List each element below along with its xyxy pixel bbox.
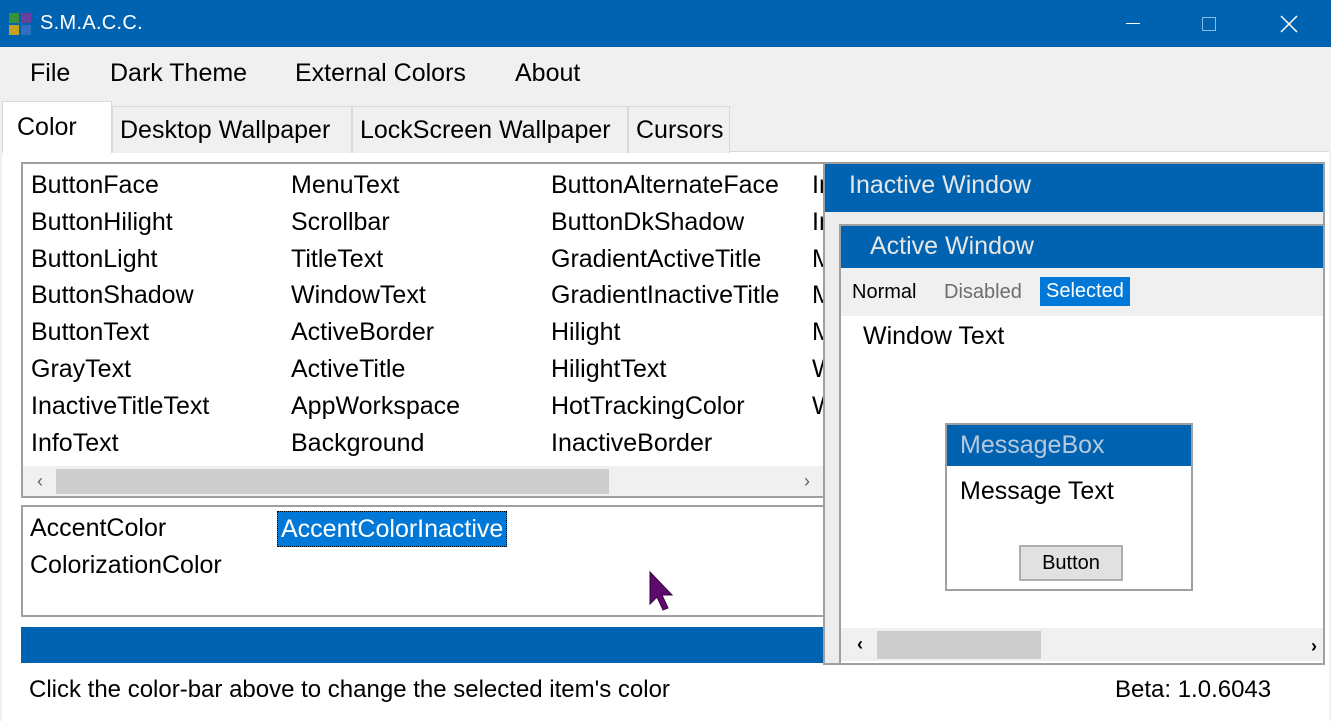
window-title: S.M.A.C.C.: [40, 12, 144, 34]
menu-about[interactable]: About: [515, 59, 580, 88]
list-item[interactable]: MenuText: [285, 167, 460, 204]
list-item[interactable]: TitleText: [285, 241, 460, 278]
preview-messagebox: MessageBox Message Text Button: [945, 423, 1193, 591]
list-item[interactable]: HotTrackingColor: [545, 388, 779, 425]
list-item[interactable]: InactiveBorder: [545, 425, 779, 462]
active-window-preview: Active Window Normal Disabled Selected W…: [839, 224, 1323, 663]
scroll-right-icon: ›: [1311, 635, 1317, 656]
scroll-left-icon: ‹: [857, 633, 863, 654]
list-item[interactable]: ButtonText: [25, 314, 209, 351]
maximize-icon: [1202, 16, 1216, 31]
inactive-window-title: Inactive Window: [825, 164, 1323, 212]
close-icon: [1280, 14, 1298, 33]
list-item[interactable]: InfoText: [25, 425, 209, 462]
preview-menu-selected: Selected: [1040, 277, 1130, 306]
system-colors-column-1: ButtonFace ButtonHilight ButtonLight But…: [25, 167, 209, 461]
list-item[interactable]: ButtonAlternateFace: [545, 167, 779, 204]
list-item[interactable]: HilightText: [545, 351, 779, 388]
system-colors-scrollbar[interactable]: ‹ ›: [23, 466, 824, 496]
list-item[interactable]: AppWorkspace: [285, 388, 460, 425]
list-item[interactable]: GradientInactiveTitle: [545, 277, 779, 314]
list-item[interactable]: Scrollbar: [285, 204, 460, 241]
scroll-left-icon[interactable]: ‹: [25, 466, 55, 496]
list-item[interactable]: ButtonFace: [25, 167, 209, 204]
menu-file[interactable]: File: [30, 59, 70, 88]
preview-menu-normal: Normal: [852, 281, 917, 303]
minimize-icon: [1126, 23, 1140, 24]
messagebox-title: MessageBox: [947, 425, 1191, 466]
minimize-button[interactable]: [1110, 0, 1156, 47]
list-item-colorization-color[interactable]: ColorizationColor: [27, 548, 225, 584]
close-button[interactable]: [1266, 0, 1312, 47]
system-colors-column-3: ButtonAlternateFace ButtonDkShadow Gradi…: [545, 167, 779, 461]
message-text: Message Text: [960, 477, 1114, 505]
list-item[interactable]: Hilight: [545, 314, 779, 351]
list-item[interactable]: ButtonLight: [25, 241, 209, 278]
list-item[interactable]: ButtonShadow: [25, 277, 209, 314]
preview-menu-strip: Normal Disabled Selected: [841, 268, 1323, 316]
system-colors-column-2: MenuText Scrollbar TitleText WindowText …: [285, 167, 460, 461]
active-window-title: Active Window: [841, 226, 1323, 268]
version-label: Beta: 1.0.6043: [1115, 676, 1272, 703]
maximize-button[interactable]: [1186, 0, 1232, 47]
menu-bar: File Dark Theme External Colors About: [0, 47, 1331, 98]
scrollbar-thumb[interactable]: [56, 469, 609, 494]
list-item[interactable]: GrayText: [25, 351, 209, 388]
tab-lockscreen-wallpaper[interactable]: LockScreen Wallpaper: [352, 106, 628, 153]
list-item[interactable]: ActiveBorder: [285, 314, 460, 351]
scroll-right-icon[interactable]: ›: [792, 466, 822, 496]
theme-preview-panel: Inactive Window Active Window Normal Dis…: [823, 162, 1325, 665]
preview-window-text: Window Text: [863, 322, 1005, 350]
preview-button: Button: [1019, 545, 1123, 581]
list-item[interactable]: InactiveTitleText: [25, 388, 209, 425]
list-item-accent-color[interactable]: AccentColor: [27, 511, 169, 547]
preview-scrollbar: ‹ ›: [841, 628, 1323, 661]
system-colors-list[interactable]: ButtonFace ButtonHilight ButtonLight But…: [21, 162, 826, 498]
color-bar[interactable]: [21, 627, 826, 663]
accent-colors-list[interactable]: AccentColor AccentColorInactive Coloriza…: [21, 505, 826, 617]
list-item[interactable]: ButtonHilight: [25, 204, 209, 241]
list-item[interactable]: Background: [285, 425, 460, 462]
list-item[interactable]: GradientActiveTitle: [545, 241, 779, 278]
title-bar: S.M.A.C.C.: [0, 0, 1331, 47]
list-item[interactable]: ButtonDkShadow: [545, 204, 779, 241]
status-hint: Click the color-bar above to change the …: [29, 676, 670, 703]
mouse-cursor-icon: [649, 570, 674, 611]
menu-external-colors[interactable]: External Colors: [295, 59, 466, 88]
list-item[interactable]: WindowText: [285, 277, 460, 314]
menu-dark-theme[interactable]: Dark Theme: [110, 59, 247, 88]
list-item-accent-color-inactive[interactable]: AccentColorInactive: [277, 511, 508, 547]
tab-cursors[interactable]: Cursors: [628, 106, 730, 153]
preview-menu-disabled: Disabled: [944, 281, 1022, 303]
list-item[interactable]: ActiveTitle: [285, 351, 460, 388]
scrollbar-thumb: [877, 631, 1041, 659]
app-icon: [9, 13, 31, 35]
tab-color[interactable]: Color: [2, 101, 112, 153]
tab-desktop-wallpaper[interactable]: Desktop Wallpaper: [112, 106, 352, 153]
